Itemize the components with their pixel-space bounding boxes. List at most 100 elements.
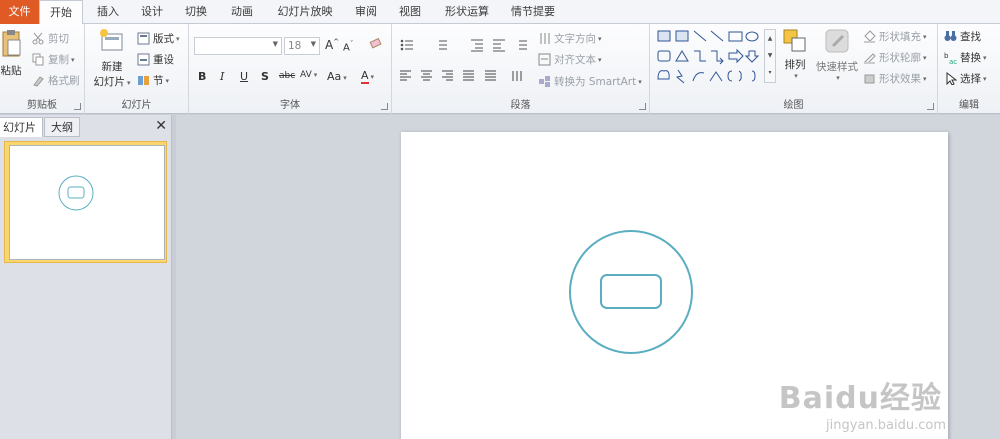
quick-styles-button[interactable]: 快速样式 ▾ xyxy=(814,28,860,82)
tab-animations[interactable]: 动画 xyxy=(224,0,260,24)
shapes-gallery-scrollbar[interactable]: ▲ ▼ ▾ xyxy=(764,29,776,83)
copy-button[interactable]: 复制 ▾ xyxy=(32,52,75,67)
arrange-button[interactable]: 排列 ▾ xyxy=(780,28,810,80)
paragraph-group-label: 段落 xyxy=(510,100,531,111)
shapes-gallery[interactable] xyxy=(656,29,766,85)
smartart-icon xyxy=(539,76,550,87)
clear-format-button[interactable] xyxy=(369,36,383,53)
paste-icon xyxy=(2,30,21,57)
shrink-font-button[interactable]: Aˇ xyxy=(343,40,353,53)
slides-pane: 幻灯片 大纲 ✕ xyxy=(0,115,172,439)
copy-icon xyxy=(32,53,44,66)
paste-label: 粘贴 xyxy=(0,65,22,77)
select-label: 选择 xyxy=(960,73,981,85)
quick-styles-label: 快速样式 xyxy=(816,61,858,73)
arrange-label: 排列 xyxy=(784,59,806,71)
copy-label: 复制 xyxy=(48,54,69,66)
drawing-group-label: 绘图 xyxy=(783,100,804,111)
character-spacing-button[interactable]: AV ▾ xyxy=(300,70,317,80)
cut-label: 剪切 xyxy=(48,33,69,45)
circle-shape[interactable] xyxy=(569,230,693,354)
alignment-icons xyxy=(400,70,522,81)
clipboard-group-label: 剪贴板 xyxy=(27,100,57,111)
tab-transitions[interactable]: 切换 xyxy=(180,0,212,24)
cursor-icon xyxy=(946,72,957,85)
bold-button[interactable]: B xyxy=(198,70,206,83)
smartart-label: 转换为 SmartArt xyxy=(554,76,637,88)
reset-label: 重设 xyxy=(153,54,174,66)
font-size-combo[interactable]: 18 ▼ xyxy=(284,37,320,55)
new-slide-label-2-text: 幻灯片 xyxy=(93,76,125,88)
quick-styles-icon xyxy=(825,29,849,53)
cut-button[interactable]: 剪切 xyxy=(32,31,69,46)
tab-shape-operations[interactable]: 形状运算 xyxy=(438,0,496,24)
group-slides: 新建 幻灯片 ▾ 版式 ▾ 重设 节 ▾ 幻灯片 xyxy=(85,24,189,114)
font-color-label: A xyxy=(361,69,369,84)
text-shadow-button[interactable]: S xyxy=(261,70,269,83)
replace-label: 替换 xyxy=(960,52,981,64)
tab-design[interactable]: 设计 xyxy=(136,0,168,24)
group-drawing: ▲ ▼ ▾ 排列 ▾ 快速样式 ▾ 形状填充 ▾ 形状轮廓 ▾ 形状效果 ▾ 绘图 xyxy=(650,24,938,114)
drawing-launcher-icon[interactable] xyxy=(927,103,934,110)
pen-icon xyxy=(864,53,876,64)
new-slide-button[interactable]: 新建 幻灯片 ▾ xyxy=(89,28,135,89)
layout-button[interactable]: 版式 ▾ xyxy=(137,31,180,46)
align-text-button[interactable]: 对齐文本 ▾ xyxy=(538,52,602,67)
change-case-label: Aa xyxy=(327,70,342,83)
italic-button[interactable]: I xyxy=(220,70,224,83)
tab-review[interactable]: 审阅 xyxy=(350,0,382,24)
select-button[interactable]: 选择 ▾ xyxy=(944,71,987,86)
grow-font-button[interactable]: A^ xyxy=(325,38,339,52)
font-color-button[interactable]: A ▾ xyxy=(361,69,374,84)
font-size-dropdown-icon: ▼ xyxy=(310,40,316,48)
strikethrough-button[interactable]: abc xyxy=(279,71,295,81)
convert-smartart-button[interactable]: 转换为 SmartArt ▾ xyxy=(538,74,642,89)
paragraph-launcher-icon[interactable] xyxy=(639,103,646,110)
editing-group-label: 编辑 xyxy=(959,100,979,111)
font-group-label: 字体 xyxy=(280,100,300,111)
font-launcher-icon[interactable] xyxy=(381,103,388,110)
reset-button[interactable]: 重设 xyxy=(137,52,174,67)
replace-button[interactable]: b ac 替换 ▾ xyxy=(944,50,987,65)
tab-file[interactable]: 文件 xyxy=(0,0,39,24)
new-slide-label-2: 幻灯片 ▾ xyxy=(93,76,131,88)
thumbnail-shape-icon xyxy=(58,175,94,211)
pane-tab-outline[interactable]: 大纲 xyxy=(44,117,80,137)
font-name-dropdown-icon: ▼ xyxy=(272,40,278,48)
text-direction-button[interactable]: 文字方向 ▾ xyxy=(538,31,602,46)
pane-close-icon[interactable]: ✕ xyxy=(155,118,167,134)
new-slide-label: 新建 xyxy=(101,61,123,73)
slide-thumbnail[interactable] xyxy=(9,145,165,260)
format-painter-button[interactable]: 格式刷 xyxy=(32,73,80,88)
tab-slideshow[interactable]: 幻灯片放映 xyxy=(272,0,338,24)
character-spacing-label: AV xyxy=(300,70,312,80)
format-painter-label: 格式刷 xyxy=(48,75,80,87)
ribbon-tab-bar: 文件 开始 插入 设计 切换 动画 幻灯片放映 审阅 视图 形状运算 情节提要 xyxy=(0,0,1000,25)
shape-effects-label: 形状效果 xyxy=(879,73,921,85)
font-name-combo[interactable]: ▼ xyxy=(194,37,282,55)
paint-bucket-icon xyxy=(864,30,876,43)
section-button[interactable]: 节 ▾ xyxy=(137,73,169,88)
new-slide-icon xyxy=(100,29,123,51)
underline-button[interactable]: U xyxy=(240,70,248,83)
shape-outline-button[interactable]: 形状轮廓 ▾ xyxy=(863,50,927,65)
change-case-button[interactable]: Aa ▾ xyxy=(327,70,347,83)
find-button[interactable]: 查找 xyxy=(944,29,981,44)
clipboard-launcher-icon[interactable] xyxy=(74,103,81,110)
tab-storyboard[interactable]: 情节提要 xyxy=(504,0,562,24)
group-font: ▼ 18 ▼ A^ Aˇ B I U S abc AV ▾ Aa ▾ A ▾ 字体 xyxy=(189,24,392,114)
section-label: 节 xyxy=(153,75,164,87)
pane-tab-slides[interactable]: 幻灯片 xyxy=(0,117,43,137)
paste-button[interactable]: 粘贴 xyxy=(0,28,22,78)
arrange-icon xyxy=(783,29,806,52)
shape-effects-button[interactable]: 形状效果 ▾ xyxy=(863,71,927,86)
rounded-rectangle-shape[interactable] xyxy=(600,274,662,309)
replace-icon: bac xyxy=(944,52,957,64)
slide-thumbnail-selected[interactable] xyxy=(4,141,167,263)
tab-insert[interactable]: 插入 xyxy=(92,0,124,24)
tab-home[interactable]: 开始 xyxy=(39,0,83,25)
shape-outline-label: 形状轮廓 xyxy=(879,52,921,64)
tab-view[interactable]: 视图 xyxy=(394,0,426,24)
layout-label: 版式 xyxy=(153,33,174,45)
shape-fill-button[interactable]: 形状填充 ▾ xyxy=(863,29,927,44)
